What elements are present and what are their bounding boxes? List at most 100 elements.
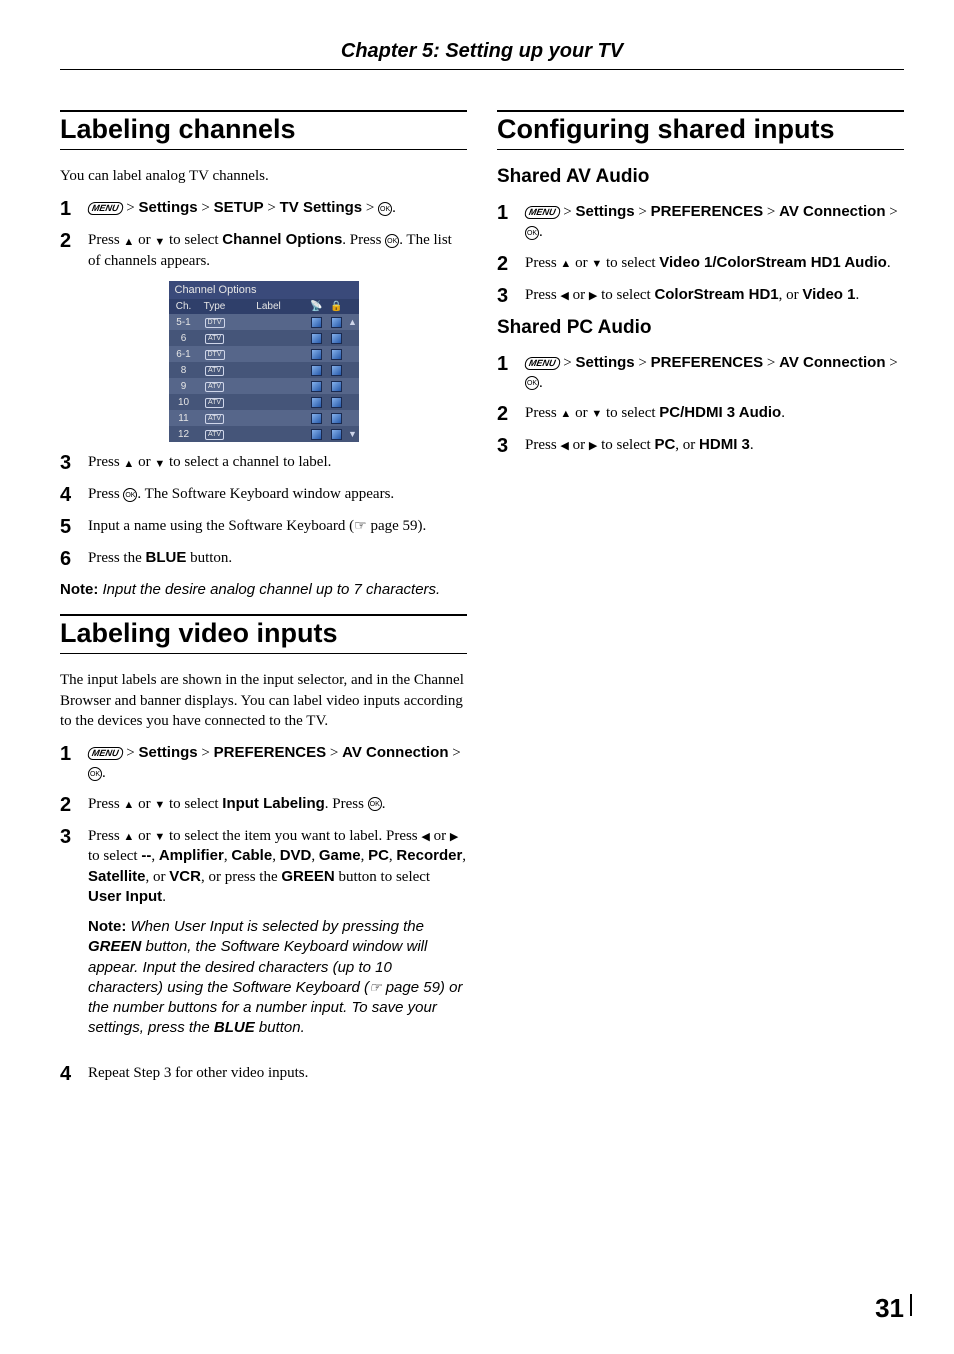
table-row: 5-1DTV▲	[169, 314, 359, 330]
bold-term: PC/HDMI 3 Audio	[659, 404, 781, 421]
opt: DVD	[280, 847, 312, 864]
heading-configuring-shared-inputs: Configuring shared inputs	[497, 110, 904, 150]
nav-av-connection: AV Connection	[342, 744, 448, 761]
opt: PC	[368, 847, 389, 864]
note-text: When User Input is selected by pressing …	[126, 918, 424, 935]
menu-icon: MENU	[524, 206, 561, 219]
right-column: Configuring shared inputs Shared AV Audi…	[497, 110, 904, 1095]
text: Input a name using the Software Keyboard…	[88, 518, 354, 534]
cell-checkbox-1	[307, 333, 327, 344]
step-2: 2 Press or to select Channel Options. Pr…	[60, 230, 467, 271]
text: Press	[525, 255, 560, 271]
text: , or	[675, 437, 699, 453]
step-number: 2	[60, 794, 78, 816]
cell-ch: 11	[169, 413, 199, 424]
arrow-down-icon	[154, 826, 165, 846]
step-2: 2 Press or to select Input Labeling. Pre…	[60, 794, 467, 816]
header-rule	[60, 69, 904, 70]
text: page 59).	[367, 518, 427, 534]
arrow-left-icon	[560, 285, 568, 305]
cell-type: ATV	[199, 364, 231, 376]
steps-labeling-video: 1 MENU > Settings > PREFERENCES > AV Con…	[60, 743, 467, 1085]
text: button.	[186, 550, 232, 566]
text: Press	[525, 405, 560, 421]
cell-ch: 9	[169, 381, 199, 392]
hand-icon	[354, 516, 367, 537]
text: Press	[88, 454, 123, 470]
scroll-arrow-icon: ▼	[347, 429, 359, 439]
table-row: 6ATV	[169, 330, 359, 346]
text: Press	[88, 796, 123, 812]
note-label: Note:	[60, 581, 98, 598]
text: to select	[597, 287, 654, 303]
hand-icon	[369, 978, 382, 998]
nav-av-connection: AV Connection	[779, 354, 885, 371]
text: .	[855, 287, 859, 303]
text: .	[382, 796, 386, 812]
text: to select the item you want to label. Pr…	[165, 828, 421, 844]
two-column-layout: Labeling channels You can label analog T…	[60, 110, 904, 1095]
step-number: 4	[60, 484, 78, 506]
intro-labeling-channels: You can label analog TV channels.	[60, 166, 467, 186]
text: to select	[602, 255, 659, 271]
bold-term: ColorStream HD1	[654, 286, 778, 303]
text: , or	[779, 287, 803, 303]
step-number: 2	[497, 403, 515, 425]
text: .	[750, 437, 754, 453]
cell-ch: 12	[169, 429, 199, 440]
cell-ch: 10	[169, 397, 199, 408]
menu-icon: MENU	[87, 202, 124, 215]
arrow-down-icon	[591, 253, 602, 273]
chapter-header: Chapter 5: Setting up your TV	[60, 40, 904, 63]
text: . The Software Keyboard window appears.	[137, 486, 394, 502]
cell-checkbox-1	[307, 317, 327, 328]
step-2: 2 Press or to select PC/HDMI 3 Audio.	[497, 403, 904, 425]
text: Repeat Step 3 for other video inputs.	[88, 1063, 467, 1085]
nav-av-connection: AV Connection	[779, 203, 885, 220]
ok-icon: OK	[88, 767, 102, 781]
cell-checkbox-1	[307, 413, 327, 424]
step-number: 4	[60, 1063, 78, 1085]
ok-icon: OK	[525, 226, 539, 240]
opt: Recorder	[396, 847, 462, 864]
cell-type: ATV	[199, 396, 231, 408]
arrow-down-icon	[154, 794, 165, 814]
cell-checkbox-1	[307, 429, 327, 440]
text: Press	[88, 828, 123, 844]
table-rows: 5-1DTV▲6ATV6-1DTV8ATV9ATV10ATV11ATV12ATV…	[169, 314, 359, 442]
step-1: 1 MENU > Settings > SETUP > TV Settings …	[60, 198, 467, 220]
step-number: 2	[497, 253, 515, 275]
arrow-down-icon	[154, 453, 165, 473]
ok-icon: OK	[525, 376, 539, 390]
step-number: 1	[497, 353, 515, 394]
step-4: 4 Press OK. The Software Keyboard window…	[60, 484, 467, 506]
text: .	[162, 889, 166, 905]
note-text: button.	[255, 1019, 305, 1036]
cell-checkbox-2	[327, 349, 347, 360]
text: to select	[165, 796, 222, 812]
text: to select	[602, 405, 659, 421]
table-title: Channel Options	[169, 281, 359, 299]
cell-checkbox-1	[307, 365, 327, 376]
text: Press	[88, 232, 123, 248]
subheading-shared-pc-audio: Shared PC Audio	[497, 317, 904, 339]
cell-checkbox-2	[327, 397, 347, 408]
step-number: 3	[497, 285, 515, 307]
heading-labeling-channels: Labeling channels	[60, 110, 467, 150]
arrow-up-icon	[123, 826, 134, 846]
green-bold: GREEN	[88, 938, 141, 955]
col-icon1: 📡	[307, 299, 327, 314]
step-1: 1 MENU > Settings > PREFERENCES > AV Con…	[497, 202, 904, 243]
bold-term: Video 1	[802, 286, 855, 303]
arrow-down-icon	[154, 231, 165, 251]
cell-checkbox-2	[327, 381, 347, 392]
nav-setup: SETUP	[214, 199, 264, 216]
cell-checkbox-1	[307, 381, 327, 392]
bold-term: Video 1/ColorStream HD1 Audio	[659, 254, 887, 271]
channel-options-figure: Channel Options Ch. Type Label 📡 🔒 5-1DT…	[60, 281, 467, 442]
step-number: 1	[497, 202, 515, 243]
cell-type: ATV	[199, 380, 231, 392]
ok-icon: OK	[378, 202, 392, 216]
arrow-up-icon	[123, 453, 134, 473]
user-input-term: User Input	[88, 888, 162, 905]
